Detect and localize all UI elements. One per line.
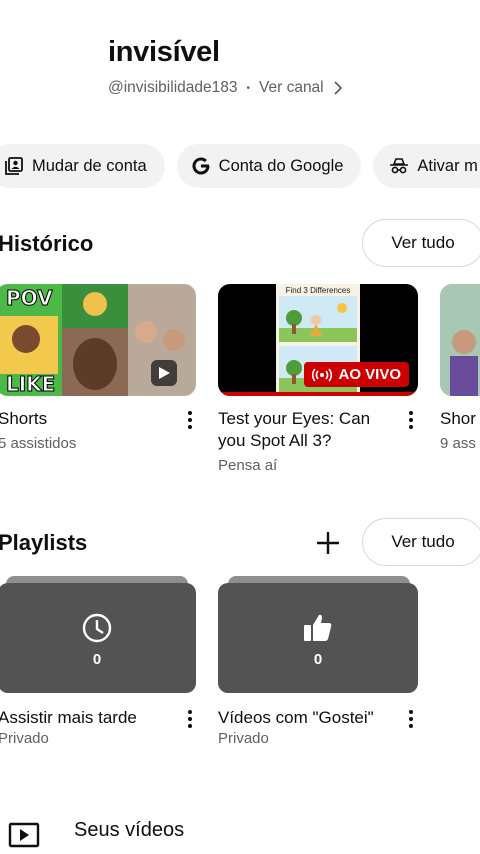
shorts-partial-image	[440, 284, 480, 396]
live-progress-bar	[218, 392, 418, 396]
your-videos-row[interactable]: Seus vídeos	[8, 819, 184, 848]
playlist-count: 0	[313, 651, 323, 668]
playlist-title[interactable]: Vídeos com "Gostei"	[218, 707, 374, 729]
playlist-privacy: Privado	[218, 730, 269, 747]
watch-later-playlist[interactable]: 0	[0, 583, 196, 693]
playlist-privacy: Privado	[0, 730, 49, 747]
channel-handle-row[interactable]: @invisibilidade183 • Ver canal	[108, 79, 344, 97]
playlist-count: 0	[92, 651, 102, 668]
chevron-right-icon	[334, 81, 342, 95]
your-videos-label: Seus vídeos	[74, 819, 185, 841]
more-options-icon[interactable]	[188, 710, 192, 728]
liked-videos-playlist[interactable]: 0	[218, 583, 418, 693]
history-item-subtitle: Pensa aí	[218, 457, 278, 474]
view-channel-link[interactable]: Ver canal	[259, 79, 324, 97]
shorts-thumb-text-top: POV	[6, 286, 54, 311]
account-chips: Mudar de conta Conta do Google Ativar m	[0, 144, 480, 188]
switch-account-button[interactable]: Mudar de conta	[0, 144, 165, 188]
google-g-icon	[192, 157, 210, 175]
more-options-icon[interactable]	[409, 710, 413, 728]
live-video-thumbnail[interactable]: Find 3 Differences AO VIVO	[218, 284, 418, 396]
thumbs-up-icon	[304, 614, 332, 641]
live-badge-label: AO VIVO	[338, 366, 401, 383]
puzzle-caption: Find 3 Differences	[285, 286, 351, 295]
playlists-see-all-button[interactable]: Ver tudo	[362, 518, 480, 566]
history-item-title[interactable]: Test your Eyes: Can you Spot All 3?	[218, 408, 398, 452]
switch-account-label: Mudar de conta	[32, 156, 147, 175]
video-play-icon	[8, 822, 40, 848]
more-options-icon[interactable]	[409, 411, 413, 429]
incognito-icon	[390, 158, 409, 174]
history-see-all-button[interactable]: Ver tudo	[362, 219, 480, 267]
history-item-subtitle: 5 assistidos	[0, 435, 77, 452]
incognito-label: Ativar m	[417, 156, 478, 175]
channel-handle: @invisibilidade183	[108, 79, 238, 96]
switch-account-icon	[5, 157, 23, 175]
add-playlist-icon[interactable]	[315, 530, 341, 556]
history-item-title[interactable]: Shor	[440, 408, 476, 430]
live-broadcast-icon	[312, 367, 333, 382]
google-account-button[interactable]: Conta do Google	[176, 144, 362, 188]
incognito-button[interactable]: Ativar m	[373, 144, 480, 188]
shorts-thumbnail[interactable]: POV LIKE	[0, 284, 196, 396]
history-item-subtitle: 9 ass	[440, 435, 476, 452]
live-badge: AO VIVO	[304, 362, 409, 387]
history-item-title[interactable]: Shorts	[0, 408, 47, 430]
clock-icon	[82, 613, 112, 643]
google-account-label: Conta do Google	[218, 156, 344, 175]
separator-dot: •	[246, 82, 250, 94]
shorts-thumb-text-bottom: LIKE	[5, 372, 56, 397]
profile-name: invisível	[108, 36, 220, 68]
shorts-thumbnail-partial[interactable]	[440, 284, 480, 396]
playlist-title[interactable]: Assistir mais tarde	[0, 707, 137, 729]
playlists-title: Playlists	[0, 530, 88, 555]
more-options-icon[interactable]	[188, 411, 192, 429]
history-title: Histórico	[0, 231, 94, 256]
